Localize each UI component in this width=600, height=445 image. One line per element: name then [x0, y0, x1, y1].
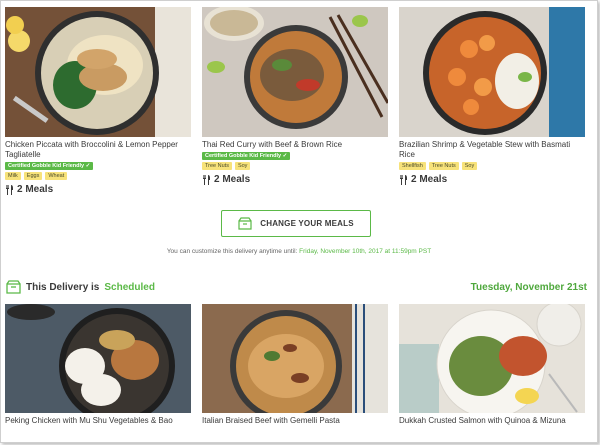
- utensils-icon: [400, 174, 407, 185]
- kid-friendly-badge: Certified Gobble Kid Friendly ✓: [202, 152, 291, 160]
- box-icon: [238, 217, 252, 230]
- meal-card[interactable]: Chicken Piccata with Broccolini & Lemon …: [5, 7, 191, 195]
- delivery-panel: Chicken Piccata with Broccolini & Lemon …: [0, 0, 598, 443]
- meal-title: Brazilian Shrimp & Vegetable Stew with B…: [399, 140, 571, 159]
- allergen-badges: Milk Eggs Wheat: [5, 172, 191, 180]
- delivery-prefix: This Delivery is: [26, 281, 100, 293]
- meal-count: 2 Meals: [202, 174, 388, 185]
- change-meals-button[interactable]: CHANGE YOUR MEALS: [221, 210, 371, 237]
- meal-photo: [399, 304, 585, 413]
- meal-count-label: 2 Meals: [411, 174, 448, 185]
- allergen-badge: Shellfish: [399, 162, 426, 170]
- meal-badges: Certified Gobble Kid Friendly ✓: [5, 162, 191, 170]
- allergen-badge: Soy: [234, 162, 251, 170]
- customize-text: You can customize this delivery anytime …: [166, 248, 298, 255]
- allergen-badge: Tree Nuts: [202, 162, 232, 170]
- meal-title: Dukkah Crusted Salmon with Quinoa & Mizu…: [399, 416, 566, 425]
- meal-card[interactable]: Italian Braised Beef with Gemelli Pasta: [202, 304, 388, 426]
- meal-photo: [202, 7, 388, 137]
- meal-photo: [5, 304, 191, 413]
- allergen-badges: Shellfish Tree Nuts Soy: [399, 162, 585, 170]
- meal-badges: Certified Gobble Kid Friendly ✓: [202, 152, 388, 160]
- allergen-badge: Wheat: [45, 172, 68, 180]
- delivery-status-value: Scheduled: [104, 281, 155, 293]
- allergen-badge: Tree Nuts: [428, 162, 459, 170]
- meal-title: Italian Braised Beef with Gemelli Pasta: [202, 416, 340, 425]
- meal-card[interactable]: Peking Chicken with Mu Shu Vegetables & …: [5, 304, 191, 426]
- delivery-date: Tuesday, November 21st: [470, 282, 587, 293]
- change-meals-label: CHANGE YOUR MEALS: [260, 219, 354, 228]
- utensils-icon: [6, 184, 13, 195]
- utensils-icon: [203, 174, 210, 185]
- meal-count-label: 2 Meals: [214, 174, 251, 185]
- meal-photo: [202, 304, 388, 413]
- meal-card[interactable]: Thai Red Curry with Beef & Brown Rice Ce…: [202, 7, 388, 185]
- box-icon: [6, 280, 21, 294]
- meal-title: Chicken Piccata with Broccolini & Lemon …: [5, 140, 178, 159]
- customize-note: You can customize this delivery anytime …: [1, 248, 597, 255]
- allergen-badge: Milk: [5, 172, 21, 180]
- allergen-badge: Soy: [461, 162, 478, 170]
- meal-count: 2 Meals: [399, 174, 585, 185]
- meal-photo: [5, 7, 191, 137]
- meal-card[interactable]: Dukkah Crusted Salmon with Quinoa & Mizu…: [399, 304, 585, 426]
- delivery-status: This Delivery is Scheduled: [6, 280, 155, 294]
- meal-title: Thai Red Curry with Beef & Brown Rice: [202, 140, 343, 149]
- meal-count: 2 Meals: [5, 184, 191, 195]
- meal-count-label: 2 Meals: [17, 184, 54, 195]
- allergen-badge: Eggs: [23, 172, 43, 180]
- meal-photo: [399, 7, 585, 137]
- customize-deadline: Friday, November 10th, 2017 at 11:59pm P…: [299, 248, 432, 255]
- meal-card[interactable]: Brazilian Shrimp & Vegetable Stew with B…: [399, 7, 585, 185]
- allergen-badges: Tree Nuts Soy: [202, 162, 388, 170]
- meal-title: Peking Chicken with Mu Shu Vegetables & …: [5, 416, 173, 425]
- kid-friendly-badge: Certified Gobble Kid Friendly ✓: [5, 162, 94, 170]
